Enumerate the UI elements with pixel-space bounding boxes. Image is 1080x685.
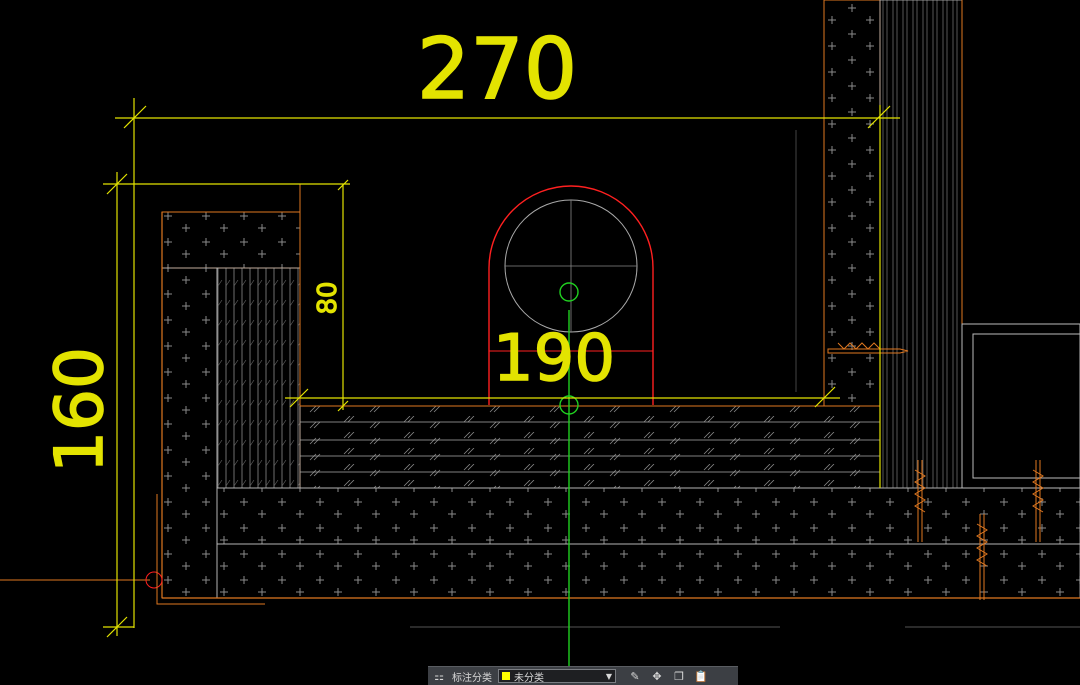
- move-icon[interactable]: ✥: [646, 667, 668, 685]
- cad-drawing-canvas[interactable]: 270 160 80 190: [0, 0, 1080, 684]
- dim-text-80: 80: [313, 281, 343, 314]
- annotation-toolbar: ⚏ 标注分类 未分类 ▼ ✎ ✥ ❐ 📋: [428, 666, 738, 685]
- copy-icon[interactable]: ❐: [668, 667, 690, 685]
- chevron-down-icon: ▼: [605, 671, 613, 681]
- toolbar-label: 标注分类: [452, 672, 492, 684]
- dim-text-160: 160: [41, 347, 118, 473]
- mortar-layer: [299, 405, 881, 489]
- edit-icon[interactable]: ✎: [624, 667, 646, 685]
- category-grid-icon[interactable]: ⚏: [428, 667, 450, 685]
- category-selected-value: 未分类: [514, 672, 544, 684]
- paste-icon[interactable]: 📋: [690, 667, 712, 685]
- dim-text-190: 190: [493, 322, 615, 396]
- category-color-swatch: [502, 672, 510, 680]
- dim-text-270: 270: [417, 20, 577, 118]
- category-select[interactable]: 未分类 ▼: [498, 669, 616, 684]
